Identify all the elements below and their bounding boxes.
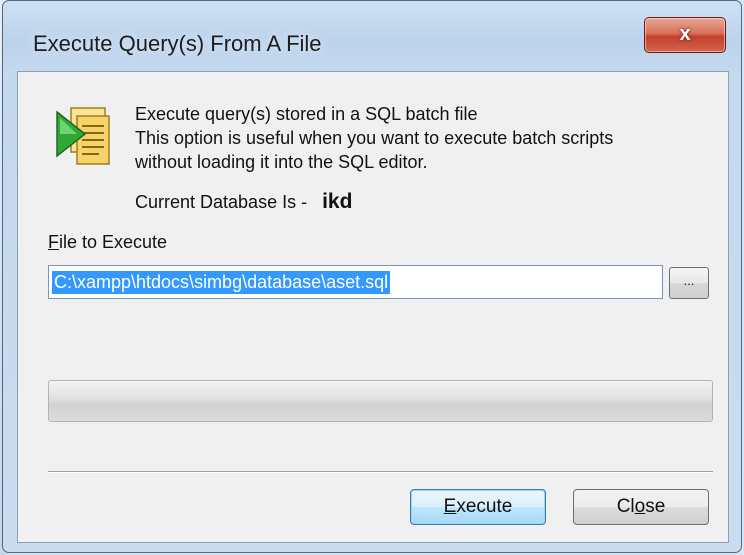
- current-database-name: ikd: [322, 190, 353, 213]
- close-window-button[interactable]: x: [644, 17, 726, 53]
- browse-button[interactable]: ...: [669, 267, 709, 299]
- execution-progress-bar: [48, 380, 713, 422]
- description-line: Execute query(s) stored in a SQL batch f…: [135, 104, 478, 124]
- close-button[interactable]: Close: [573, 489, 709, 525]
- description-text: Execute query(s) stored in a SQL batch f…: [135, 102, 715, 174]
- dialog-body: Execute query(s) stored in a SQL batch f…: [17, 71, 729, 543]
- dialog-window: Execute Query(s) From A File x Execute q…: [2, 0, 742, 553]
- execute-mnemonic: E: [443, 496, 457, 517]
- button-divider: [48, 471, 713, 473]
- file-to-execute-label: File to Execute: [48, 232, 167, 253]
- window-title: Execute Query(s) From A File: [33, 31, 322, 56]
- file-label-mnemonic: F: [48, 232, 59, 252]
- close-icon: x: [679, 23, 691, 45]
- close-label-pre: Cl: [616, 496, 635, 517]
- current-database-label: Current Database Is -: [135, 192, 308, 212]
- execute-label: xecute: [456, 496, 513, 517]
- execute-button[interactable]: Execute: [410, 489, 546, 525]
- close-label-post: se: [645, 496, 666, 517]
- file-path-value[interactable]: C:\xampp\htdocs\simbg\database\aset.sql: [52, 271, 391, 294]
- file-label-text: ile to Execute: [59, 232, 168, 252]
- current-database-row: Current Database Is - ikd: [135, 190, 352, 214]
- close-mnemonic: o: [634, 496, 646, 517]
- description-line: This option is useful when you want to e…: [135, 128, 614, 148]
- description-line: without loading it into the SQL editor.: [135, 152, 428, 172]
- sql-batch-file-icon: [56, 107, 110, 165]
- file-path-input[interactable]: C:\xampp\htdocs\simbg\database\aset.sql: [48, 265, 663, 299]
